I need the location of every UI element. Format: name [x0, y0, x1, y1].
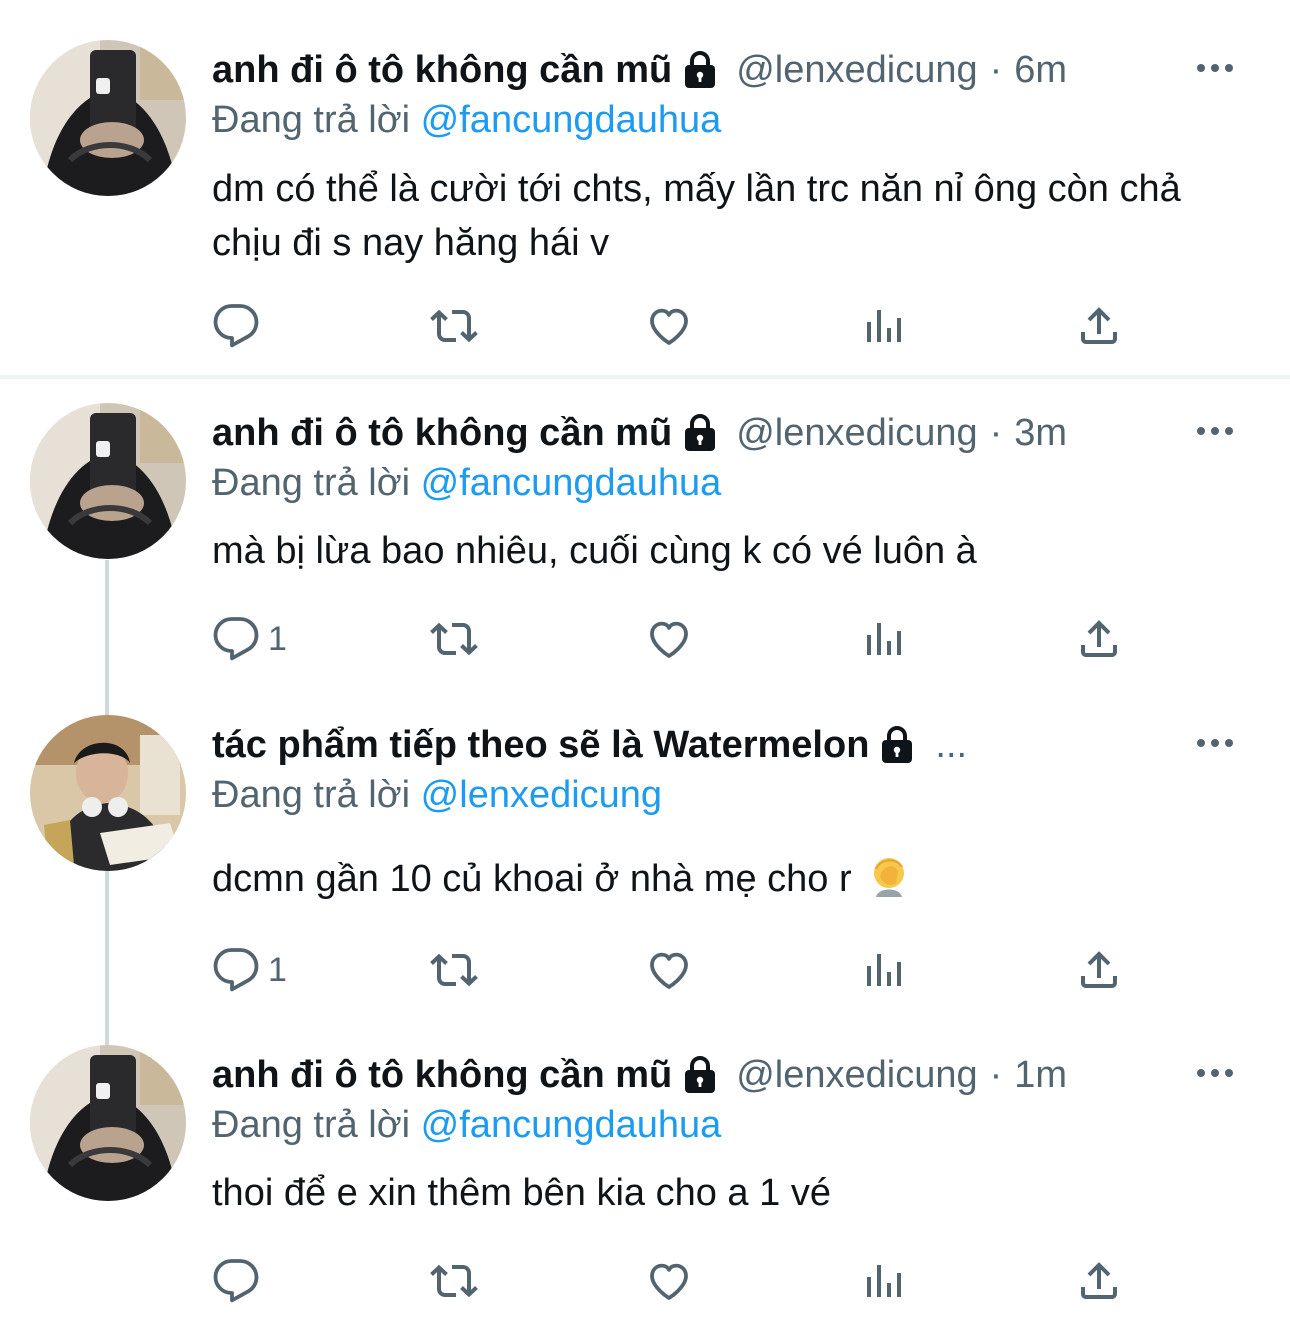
display-name[interactable]: anh đi ô tô không cần mũ [212, 1050, 672, 1100]
reply-button[interactable] [212, 298, 268, 354]
like-button[interactable] [645, 942, 693, 998]
tweet-header: tác phẩm tiếp theo sẽ là Watermelon ... [212, 720, 1250, 770]
analytics-button[interactable] [860, 1253, 908, 1309]
replying-to-label: Đang trả lời [212, 99, 411, 141]
like-button[interactable] [645, 298, 693, 354]
retweet-button[interactable] [430, 1253, 478, 1309]
avatar[interactable] [30, 715, 186, 871]
tweet-header: anh đi ô tô không cần mũ @lenxedicung · … [212, 45, 1250, 95]
heart-icon [645, 1257, 693, 1305]
analytics-button[interactable] [860, 942, 908, 998]
reply-button[interactable] [212, 1253, 268, 1309]
tweet-text: thoi để e xin thêm bên kia cho a 1 vé [212, 1172, 831, 1214]
comment-bubble-icon [212, 1257, 260, 1305]
tweet-text: dcmn gần 10 củ khoai ở nhà mẹ cho r [212, 852, 1222, 906]
lock-icon [682, 50, 718, 90]
comment-bubble-icon [212, 302, 260, 350]
avatar[interactable] [30, 403, 186, 559]
retweet-button[interactable] [430, 611, 478, 667]
reply-count: 1 [268, 619, 287, 658]
share-button[interactable] [1075, 298, 1123, 354]
retweet-icon [430, 1257, 478, 1305]
separator-dot: · [989, 49, 1003, 91]
user-handle[interactable]: @lenxedicung [736, 1050, 977, 1100]
replying-to-label: Đang trả lời [212, 774, 411, 816]
display-name[interactable]: tác phẩm tiếp theo sẽ là Watermelon [212, 720, 869, 770]
share-button[interactable] [1075, 1253, 1123, 1309]
reply-count: 1 [268, 950, 287, 989]
tweet-text: mà bị lừa bao nhiêu, cuối cùng k có vé l… [212, 530, 977, 572]
separator-dot: · [989, 1054, 1003, 1096]
user-handle[interactable]: @lenxedicung [736, 45, 977, 95]
lock-icon [682, 1055, 718, 1095]
replying-to: Đang trả lời @fancungdauhua [212, 1100, 721, 1150]
replying-to: Đang trả lời @lenxedicung [212, 770, 662, 820]
share-upload-icon [1075, 1257, 1123, 1305]
share-upload-icon [1075, 946, 1123, 994]
mention-link[interactable]: @fancungdauhua [421, 1104, 722, 1146]
timestamp[interactable]: 6m [1014, 45, 1067, 95]
replying-to: Đang trả lời @fancungdauhua [212, 458, 721, 508]
more-dots-icon[interactable] [1195, 1063, 1235, 1083]
tweet-actions [212, 298, 1132, 354]
retweet-icon [430, 302, 478, 350]
mention-link[interactable]: @fancungdauhua [421, 99, 722, 141]
tweet-divider [0, 375, 1290, 379]
mention-link[interactable]: @fancungdauhua [421, 462, 722, 504]
bar-chart-icon [860, 302, 908, 350]
like-button[interactable] [645, 1253, 693, 1309]
separator-dot: · [989, 412, 1003, 454]
avatar[interactable] [30, 1045, 186, 1201]
lock-icon [879, 725, 915, 765]
bar-chart-icon [860, 1257, 908, 1305]
analytics-button[interactable] [860, 298, 908, 354]
timestamp[interactable]: 1m [1014, 1050, 1067, 1100]
tweet-text-content: dcmn gần 10 củ khoai ở nhà mẹ cho r [212, 858, 852, 900]
timestamp[interactable]: 3m [1014, 408, 1067, 458]
replying-to-label: Đang trả lời [212, 462, 411, 504]
name-truncation: ... [935, 724, 968, 766]
comment-bubble-icon [212, 615, 260, 663]
share-upload-icon [1075, 615, 1123, 663]
reply-button[interactable]: 1 [212, 611, 287, 667]
more-dots-icon[interactable] [1195, 58, 1235, 78]
tweet-actions [212, 1253, 1132, 1309]
face-palm-emoji-icon [866, 853, 912, 899]
mention-link[interactable]: @lenxedicung [421, 774, 662, 816]
user-handle[interactable]: @lenxedicung [736, 408, 977, 458]
display-name[interactable]: anh đi ô tô không cần mũ [212, 408, 672, 458]
heart-icon [645, 615, 693, 663]
replying-to: Đang trả lời @fancungdauhua [212, 95, 721, 145]
reply-button[interactable]: 1 [212, 942, 287, 998]
lock-icon [682, 413, 718, 453]
tweet-header: anh đi ô tô không cần mũ @lenxedicung · … [212, 1050, 1250, 1100]
tweet-actions: 1 [212, 942, 1132, 998]
like-button[interactable] [645, 611, 693, 667]
bar-chart-icon [860, 946, 908, 994]
comment-bubble-icon [212, 946, 260, 994]
tweet-header: anh đi ô tô không cần mũ @lenxedicung · … [212, 408, 1250, 458]
analytics-button[interactable] [860, 611, 908, 667]
replying-to-label: Đang trả lời [212, 1104, 411, 1146]
retweet-button[interactable] [430, 942, 478, 998]
tweet-text: dm có thể là cười tới chts, mấy lần trc … [212, 168, 1181, 264]
heart-icon [645, 302, 693, 350]
retweet-icon [430, 615, 478, 663]
bar-chart-icon [860, 615, 908, 663]
avatar[interactable] [30, 40, 186, 196]
more-dots-icon[interactable] [1195, 733, 1235, 753]
retweet-button[interactable] [430, 298, 478, 354]
share-button[interactable] [1075, 942, 1123, 998]
heart-icon [645, 946, 693, 994]
more-dots-icon[interactable] [1195, 421, 1235, 441]
retweet-icon [430, 946, 478, 994]
share-button[interactable] [1075, 611, 1123, 667]
display-name[interactable]: anh đi ô tô không cần mũ [212, 45, 672, 95]
tweet-actions: 1 [212, 611, 1132, 667]
share-upload-icon [1075, 302, 1123, 350]
